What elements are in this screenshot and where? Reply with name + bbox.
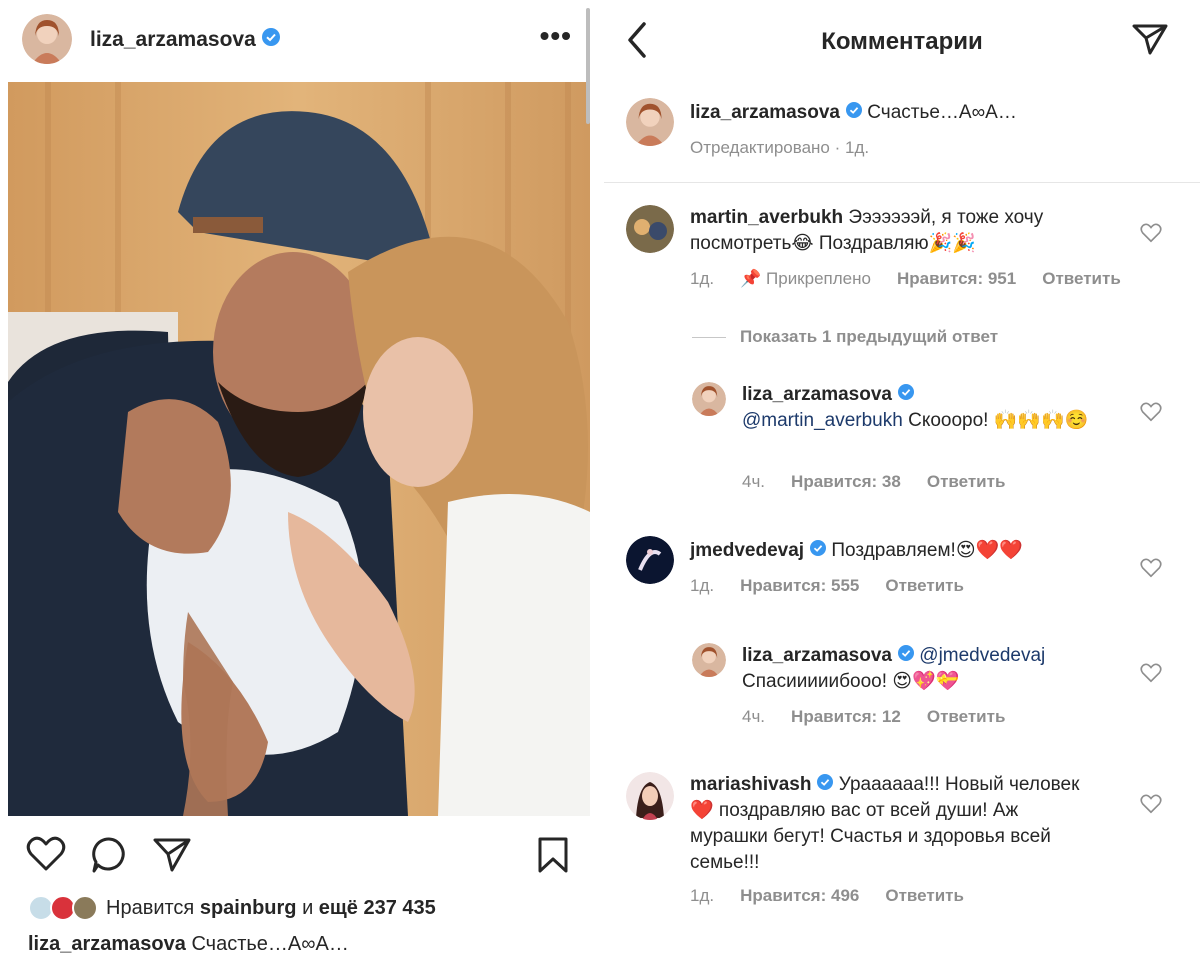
reply-button[interactable]: Ответить — [885, 886, 964, 906]
reply-item: liza_arzamasova @jmedvedevaj Спасииииибо… — [692, 643, 1186, 733]
comments-header: Комментарии — [604, 0, 1200, 78]
verified-badge-icon — [810, 538, 827, 564]
post-header: liza_arzamasova ••• — [0, 0, 590, 80]
avatar[interactable] — [626, 536, 674, 584]
comment-text: Поздравляем!😍❤️❤️ — [831, 540, 1023, 562]
pinned-label: 📌 Прикреплено — [740, 269, 871, 288]
post-caption: liza_arzamasova Счастье…А∞А… — [28, 933, 349, 956]
page-title: Комментарии — [821, 28, 983, 55]
comment-item: mariashivash Ураааааа!!! Новый человек❤️… — [626, 772, 1186, 922]
more-options-icon[interactable]: ••• — [540, 22, 572, 50]
reply-item: liza_arzamasova @martin_averbukh Скооорo… — [692, 382, 1186, 492]
comment-username[interactable]: liza_arzamasova — [742, 384, 892, 405]
comment-username[interactable]: mariashivash — [690, 774, 811, 795]
scrollbar[interactable] — [586, 8, 590, 124]
comment-username[interactable]: jmedvedevaj — [690, 540, 804, 561]
verified-badge-icon — [261, 28, 280, 52]
post-panel: liza_arzamasova ••• Нравится spainburg и… — [0, 0, 590, 976]
caption-text: Счастье…А∞А… — [191, 933, 349, 955]
likes-count[interactable]: Нравится: 951 — [897, 269, 1016, 289]
verified-badge-icon — [898, 643, 914, 669]
caption-username[interactable]: liza_arzamasova — [28, 933, 186, 955]
avatar[interactable] — [692, 382, 726, 416]
comment-meta: 1д. Нравится: 496 Ответить — [690, 886, 964, 906]
comment-meta: 1д. 📌 Прикреплено Нравится: 951 Ответить — [690, 269, 1121, 289]
share-send-icon[interactable] — [1132, 22, 1168, 61]
comment-text: Скооорo! 🙌🙌🙌☺️ — [908, 410, 1089, 432]
post-author-avatar[interactable] — [22, 14, 72, 64]
comment-bubble-icon[interactable] — [90, 836, 128, 879]
bookmark-icon[interactable] — [536, 836, 570, 879]
comment-meta: Отредактировано · 1д. — [690, 138, 870, 157]
avatar[interactable] — [626, 98, 674, 146]
like-heart-icon[interactable] — [1140, 794, 1162, 819]
post-actions — [0, 830, 590, 880]
likes-text: Нравится spainburg и ещё 237 435 — [106, 896, 436, 919]
mention-link[interactable]: @jmedvedevaj — [919, 645, 1045, 666]
share-send-icon[interactable] — [152, 836, 192, 879]
verified-badge-icon — [898, 382, 914, 408]
reply-button[interactable]: Ответить — [927, 707, 1006, 727]
liker-avatar — [72, 895, 98, 921]
likes-count[interactable]: Нравится: 496 — [740, 886, 859, 906]
verified-badge-icon — [846, 100, 862, 126]
post-photo[interactable] — [8, 82, 590, 816]
avatar[interactable] — [692, 643, 726, 677]
likes-summary[interactable]: Нравится spainburg и ещё 237 435 — [28, 892, 436, 924]
mention-link[interactable]: @martin_averbukh — [742, 410, 903, 431]
likes-count[interactable]: Нравится: 38 — [791, 472, 901, 492]
comment-meta: 1д. Нравится: 555 Ответить — [690, 576, 964, 596]
comment-meta: 4ч. Нравится: 12 Ответить — [742, 707, 1006, 727]
like-heart-icon[interactable] — [1140, 558, 1162, 583]
comment-username[interactable]: martin_averbukh — [690, 207, 843, 228]
comment-item: jmedvedevaj Поздравляем!😍❤️❤️ 1д. Нравит… — [626, 536, 1186, 606]
comment-text: Спасииииибооо! 😍💖💝 — [742, 671, 960, 693]
likes-count[interactable]: Нравится: 12 — [791, 707, 901, 727]
comment-item: martin_averbukh Эээээээй, я тоже хочу по… — [626, 205, 1186, 295]
comment-text: Счастье…А∞А… — [867, 102, 1017, 124]
divider — [692, 336, 726, 338]
like-heart-icon[interactable] — [1140, 402, 1162, 427]
verified-badge-icon — [817, 772, 834, 798]
pin-icon: 📌 — [740, 269, 762, 288]
likes-count[interactable]: Нравится: 555 — [740, 576, 859, 596]
comment-meta: 4ч. Нравится: 38 Ответить — [742, 472, 1006, 492]
caption-comment: liza_arzamasova Счастье…А∞А… Отредактиро… — [626, 98, 1186, 168]
divider — [604, 182, 1200, 183]
liker-avatars — [28, 893, 102, 923]
show-previous-replies-button[interactable]: Показать 1 предыдущий ответ — [692, 327, 998, 347]
like-heart-icon[interactable] — [26, 836, 66, 877]
like-heart-icon[interactable] — [1140, 223, 1162, 248]
reply-button[interactable]: Ответить — [927, 472, 1006, 492]
avatar[interactable] — [626, 205, 674, 253]
comment-username[interactable]: liza_arzamasova — [742, 645, 892, 666]
post-username[interactable]: liza_arzamasova — [90, 28, 280, 52]
like-heart-icon[interactable] — [1140, 663, 1162, 688]
reply-button[interactable]: Ответить — [885, 576, 964, 596]
comment-username[interactable]: liza_arzamasova — [690, 102, 840, 123]
avatar[interactable] — [626, 772, 674, 820]
comments-panel: Комментарии liza_arzamasova Счастье…А∞А…… — [604, 0, 1200, 976]
reply-button[interactable]: Ответить — [1042, 269, 1121, 289]
